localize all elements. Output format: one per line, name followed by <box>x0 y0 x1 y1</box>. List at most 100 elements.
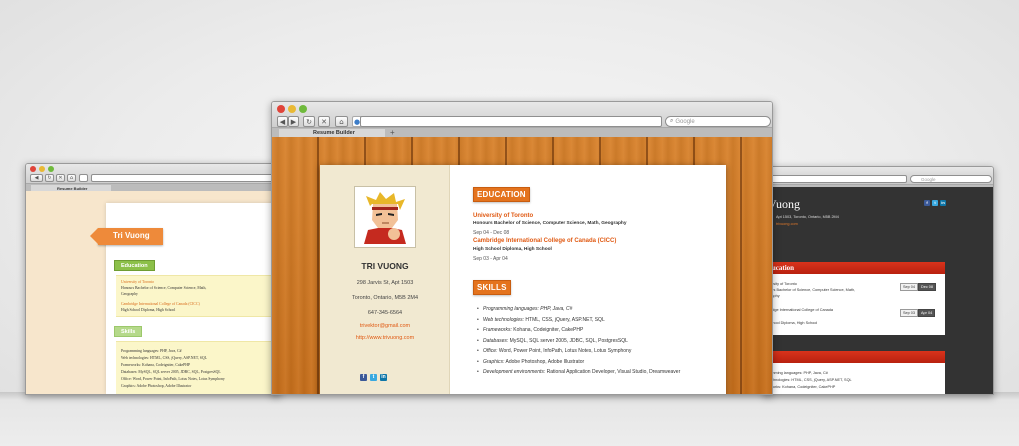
skill-category: Frameworks: <box>483 327 512 333</box>
left-education-badge: Education <box>114 260 155 271</box>
right-address: Apt 1503, Toronto, Ontario, M5B 2M4 <box>776 215 839 219</box>
zoom-icon[interactable] <box>48 166 54 172</box>
main-traffic-lights <box>277 105 307 113</box>
left-skill-item: Databases: MySQL, SQL server 2005, JDBC,… <box>121 370 221 374</box>
left-skill-item: Frameworks: Kohana, Codeigniter, CakePHP <box>121 363 191 367</box>
new-tab-button[interactable]: + <box>390 128 395 137</box>
skill-value: Word, Power Point, InfoPath, Lotus Notes… <box>497 348 632 354</box>
minimize-icon[interactable] <box>288 105 296 113</box>
left-name-tag: Tri Vuong <box>90 228 163 245</box>
left-browser-toolbar: ◀ ↻ ✕ ⌂ Resume Builder <box>26 164 280 192</box>
right-website-link[interactable]: trivuong.com <box>776 222 798 226</box>
reload-button[interactable]: ↻ <box>45 174 54 182</box>
twitter-icon[interactable]: t <box>932 200 938 206</box>
left-skill-item: Graphics: Adobe Photoshop, Adobe Illustr… <box>121 384 192 388</box>
skills-list: Programming languages: PHP, Java, C# Web … <box>477 306 727 380</box>
skill-value: PHP, Java, C# <box>538 306 573 312</box>
facebook-icon[interactable]: f <box>924 200 930 206</box>
left-edu-degree-2: High School Diploma, High School <box>121 308 176 312</box>
stop-button[interactable]: ✕ <box>56 174 65 182</box>
edu-degree-2: High School Diploma, High School <box>473 247 552 252</box>
home-button[interactable]: ⌂ <box>335 116 348 127</box>
avatar-image <box>358 190 412 244</box>
main-search-field[interactable]: ⌕ Google <box>665 116 771 127</box>
linkedin-icon[interactable]: in <box>940 200 946 206</box>
skill-value: HTML, CSS, jQuery, ASP.NET, SQL <box>524 316 605 323</box>
search-icon: ⌕ <box>670 118 674 124</box>
edu-school-1: University of Toronto <box>473 213 534 219</box>
skill-item: Web technologies: HTML, CSS, jQuery, ASP… <box>477 317 727 323</box>
main-tab-strip: Resume Builder + <box>272 127 772 138</box>
skill-item: Office: Word, Power Point, InfoPath, Lot… <box>477 348 727 354</box>
right-skill-item: eworks: Kohana, Codeigniter, CakePHP <box>768 385 836 389</box>
right-edu-degree-1: ours Bachelor of Science, Computer Scien… <box>768 288 856 292</box>
right-skills-header: s <box>764 351 945 363</box>
back-button[interactable]: ◀ <box>277 116 288 127</box>
stop-button[interactable]: ✕ <box>318 116 330 127</box>
skill-category: Programming languages: <box>483 306 539 312</box>
avatar <box>354 186 416 248</box>
resume-paper: TRI VUONG 298 Jarvis St, Apt 1503 Toront… <box>320 165 727 394</box>
wood-background: TRI VUONG 298 Jarvis St, Apt 1503 Toront… <box>272 137 772 394</box>
skill-category: Databases: <box>483 337 509 344</box>
left-skill-item: Programming languages: PHP, Java, C# <box>121 349 182 353</box>
left-skill-item: Web technologies: HTML, CSS, jQuery, ASP… <box>121 356 207 360</box>
forward-button[interactable]: ▶ <box>288 116 299 127</box>
left-edu-degree-1: Honours Bachelor of Science, Computer Sc… <box>121 286 207 290</box>
resume-address: 298 Jarvis St, Apt 1503 <box>356 280 414 286</box>
home-button[interactable]: ⌂ <box>67 174 76 182</box>
edu-dates-2: Sep 03 - Apr 04 <box>473 256 508 262</box>
skill-item: Frameworks: Kohana, Codeigniter, CakePHP <box>477 327 727 333</box>
edu-dates-1: Sep 04 - Dec 08 <box>473 230 510 236</box>
resume-name: TRI VUONG <box>361 261 409 271</box>
floor-shadow <box>0 392 1019 446</box>
reload-button[interactable]: ↻ <box>303 116 315 127</box>
skill-value: MySQL, SQL server 2005, JDBC, SQL, Postg… <box>508 337 628 344</box>
resume-email-link[interactable]: trivektor@gmail.com <box>320 323 450 329</box>
close-icon[interactable] <box>30 166 36 172</box>
skill-value: Kohana, Codeigniter, CakePHP <box>511 327 584 333</box>
twitter-icon[interactable]: t <box>370 374 377 381</box>
resume-website-link[interactable]: http://www.trivuong.com <box>320 335 450 341</box>
facebook-icon[interactable]: f <box>360 374 367 381</box>
left-edu-degree-1b: Geography <box>121 292 138 296</box>
right-edu-2-end: Apr 04 <box>918 309 936 317</box>
main-url-bar[interactable] <box>360 116 662 127</box>
skill-category: Development environments: <box>483 369 546 375</box>
left-skills-badge: Skills <box>114 326 143 337</box>
skill-item: Development environments: Rational Appli… <box>477 369 727 375</box>
edu-degree-1: Honours Bachelor of Science, Computer Sc… <box>473 221 627 226</box>
back-forward-button[interactable]: ◀ <box>30 174 43 182</box>
skill-category: Graphics: <box>483 358 505 365</box>
skill-category: Office: <box>483 348 498 354</box>
right-social-icons: f t in <box>924 200 946 206</box>
right-search-field[interactable]: Google <box>910 175 992 183</box>
main-browser-toolbar: ◀ ▶ ↻ ✕ ⌂ ● ⌕ Google Resume Builder + <box>272 102 772 138</box>
zoom-icon[interactable] <box>299 105 307 113</box>
right-skill-item: technologies: HTML, CSS, jQuery, ASP.NET… <box>768 378 852 382</box>
skill-value: Adobe Photoshop, Adobe Illustrator <box>504 358 585 365</box>
left-browser-window: ◀ ↻ ✕ ⌂ Resume Builder Tri Vuong Educati… <box>25 163 281 395</box>
right-url-bar[interactable] <box>764 175 907 183</box>
left-tab-strip: Resume Builder <box>26 183 280 192</box>
main-browser-window: ◀ ▶ ↻ ✕ ⌂ ● ⌕ Google Resume Builder + TR… <box>271 101 773 395</box>
skill-category: Web technologies: <box>483 316 525 323</box>
linkedin-icon[interactable]: in <box>380 374 387 381</box>
close-icon[interactable] <box>277 105 285 113</box>
edu-school-2: Cambridge International College of Canad… <box>473 238 617 244</box>
left-edu-school-2: Cambridge International College of Canad… <box>121 302 200 306</box>
right-skill-item: ramming languages: PHP, Java, C# <box>768 371 828 375</box>
right-browser-toolbar: Google <box>764 167 993 187</box>
skills-section-badge: SKILLS <box>473 280 511 295</box>
left-traffic-lights <box>30 166 54 172</box>
social-icons: f t in <box>360 374 387 381</box>
left-skill-item: Office: Word, Power Point, InfoPath, Lot… <box>121 377 225 381</box>
left-url-bar[interactable] <box>91 174 280 182</box>
skill-item: Databases: MySQL, SQL server 2005, JDBC,… <box>477 338 727 344</box>
resume-city: Toronto, Ontario, M5B 2M4 <box>351 295 419 301</box>
minimize-icon[interactable] <box>39 166 45 172</box>
right-edu-2-start: Sep 03 <box>900 309 919 317</box>
left-edu-school-1: University of Toronto <box>121 280 154 284</box>
right-browser-window: Google Vuong Apt 1503, Toronto, Ontario,… <box>763 166 994 395</box>
skill-item: Graphics: Adobe Photoshop, Adobe Illustr… <box>477 359 727 365</box>
